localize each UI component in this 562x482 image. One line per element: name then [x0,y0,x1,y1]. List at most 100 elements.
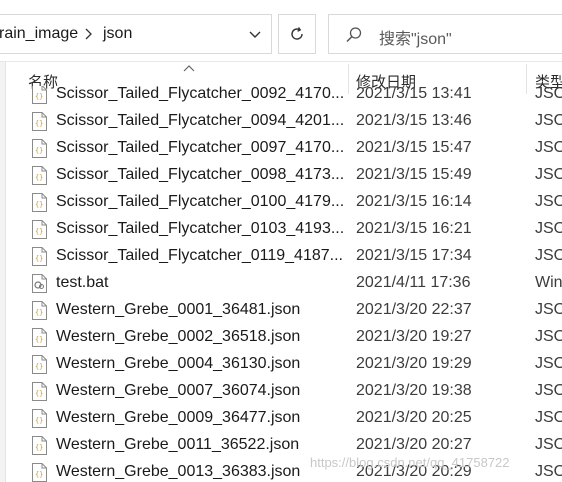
breadcrumb-json[interactable]: json [103,25,132,43]
file-type: JSO [535,463,562,480]
file-type: JSO [535,86,562,102]
file-row[interactable]: {} Scissor_Tailed_Flycatcher_0092_4170...… [0,86,562,108]
file-row[interactable]: {} Scissor_Tailed_Flycatcher_0094_4201...… [0,108,562,135]
file-type: JSO [535,328,562,345]
navigation-bar: rain_image json 搜索"json" [0,0,562,62]
file-name[interactable]: Scissor_Tailed_Flycatcher_0103_4193... [56,220,344,238]
svg-text:{}: {} [35,444,43,452]
watermark: https://blog.csdn.net/qq_41758722 [310,455,510,470]
json-file-icon: {} [32,166,47,185]
file-name[interactable]: Scissor_Tailed_Flycatcher_0100_4179... [56,193,344,211]
json-file-icon: {} [32,139,47,158]
chevron-right-icon[interactable] [83,24,93,44]
file-modified-date: 2021/3/15 16:14 [356,193,472,210]
file-row[interactable]: {} Scissor_Tailed_Flycatcher_0097_4170...… [0,135,562,162]
file-list: {} Scissor_Tailed_Flycatcher_0092_4170...… [0,86,562,482]
svg-text:{}: {} [35,93,43,101]
file-row[interactable]: {} Scissor_Tailed_Flycatcher_0100_4179...… [0,189,562,216]
file-name[interactable]: Western_Grebe_0011_36522.json [56,436,299,454]
json-file-icon: {} [32,328,47,347]
breadcrumb-rain-image[interactable]: rain_image [0,25,78,43]
file-row[interactable]: test.bat 2021/4/11 17:36 Win [0,270,562,297]
file-name[interactable]: Western_Grebe_0009_36477.json [56,409,300,427]
file-type: Win [535,274,562,291]
file-type: JSO [535,301,562,318]
svg-text:{}: {} [35,336,43,344]
file-name[interactable]: test.bat [56,274,108,292]
file-modified-date: 2021/3/20 19:38 [356,382,472,399]
svg-text:{}: {} [35,390,43,398]
file-name[interactable]: Scissor_Tailed_Flycatcher_0092_4170... [56,86,344,103]
file-modified-date: 2021/3/20 19:27 [356,328,472,345]
file-name[interactable]: Scissor_Tailed_Flycatcher_0098_4173... [56,166,344,184]
file-modified-date: 2021/3/20 22:37 [356,301,472,318]
json-file-icon: {} [32,463,47,482]
json-file-icon: {} [32,112,47,131]
file-modified-date: 2021/3/20 19:29 [356,355,472,372]
file-type: JSO [535,409,562,426]
file-row[interactable]: {} Scissor_Tailed_Flycatcher_0103_4193...… [0,216,562,243]
svg-text:{}: {} [35,228,43,236]
svg-text:{}: {} [35,417,43,425]
file-modified-date: 2021/3/15 15:47 [356,139,472,156]
search-placeholder: 搜索"json" [379,31,452,48]
chevron-down-icon[interactable] [247,25,263,43]
file-type: JSO [535,220,562,237]
refresh-button[interactable] [278,14,316,54]
svg-text:{}: {} [35,120,43,128]
json-file-icon: {} [32,382,47,401]
file-modified-date: 2021/3/20 20:27 [356,436,472,453]
json-file-icon: {} [32,409,47,428]
svg-text:{}: {} [35,363,43,371]
json-file-icon: {} [32,220,47,239]
file-name[interactable]: Western_Grebe_0001_36481.json [56,301,300,319]
file-name[interactable]: Scissor_Tailed_Flycatcher_0119_4187... [56,247,343,265]
file-modified-date: 2021/4/11 17:36 [356,274,471,291]
file-name[interactable]: Western_Grebe_0013_36383.json [56,463,300,481]
svg-text:{}: {} [35,471,43,479]
file-row[interactable]: {} Western_Grebe_0004_36130.json 2021/3/20… [0,351,562,378]
file-name[interactable]: Scissor_Tailed_Flycatcher_0094_4201... [56,112,344,130]
file-row[interactable]: {} Western_Grebe_0009_36477.json 2021/3/20… [0,405,562,432]
file-name[interactable]: Western_Grebe_0004_36130.json [56,355,300,373]
file-modified-date: 2021/3/20 20:25 [356,409,472,426]
svg-text:{}: {} [35,309,43,317]
file-row[interactable]: {} Scissor_Tailed_Flycatcher_0119_4187...… [0,243,562,270]
address-bar[interactable]: rain_image json [0,14,272,54]
file-modified-date: 2021/3/15 17:34 [356,247,472,264]
file-type: JSO [535,247,562,264]
file-row[interactable]: {} Scissor_Tailed_Flycatcher_0098_4173...… [0,162,562,189]
file-modified-date: 2021/3/15 13:41 [356,86,472,102]
file-modified-date: 2021/3/15 15:49 [356,166,472,183]
file-row[interactable]: {} Western_Grebe_0007_36074.json 2021/3/20… [0,378,562,405]
json-file-icon: {} [32,301,47,320]
file-modified-date: 2021/3/15 13:46 [356,112,472,129]
svg-text:{}: {} [35,147,43,155]
refresh-icon [291,27,303,40]
json-file-icon: {} [32,247,47,266]
file-row[interactable]: {} Western_Grebe_0001_36481.json 2021/3/20… [0,297,562,324]
svg-text:{}: {} [35,174,43,182]
file-name[interactable]: Scissor_Tailed_Flycatcher_0097_4170... [56,139,344,157]
search-icon [346,27,362,43]
file-type: JSO [535,193,562,210]
svg-text:{}: {} [35,201,43,209]
svg-text:{}: {} [35,255,43,263]
sort-ascending-icon [183,65,195,72]
file-type: JSO [535,382,562,399]
json-file-icon: {} [32,355,47,374]
file-type: JSO [535,112,562,129]
search-input[interactable]: 搜索"json" [328,14,562,54]
file-type: JSO [535,436,562,453]
json-file-icon: {} [32,86,47,104]
batch-file-icon [32,274,47,293]
file-type: JSO [535,355,562,372]
file-modified-date: 2021/3/15 16:21 [356,220,472,237]
json-file-icon: {} [32,436,47,455]
file-name[interactable]: Western_Grebe_0007_36074.json [56,382,300,400]
file-name[interactable]: Western_Grebe_0002_36518.json [56,328,300,346]
file-type: JSO [535,139,562,156]
file-type: JSO [535,166,562,183]
json-file-icon: {} [32,193,47,212]
file-row[interactable]: {} Western_Grebe_0002_36518.json 2021/3/20… [0,324,562,351]
